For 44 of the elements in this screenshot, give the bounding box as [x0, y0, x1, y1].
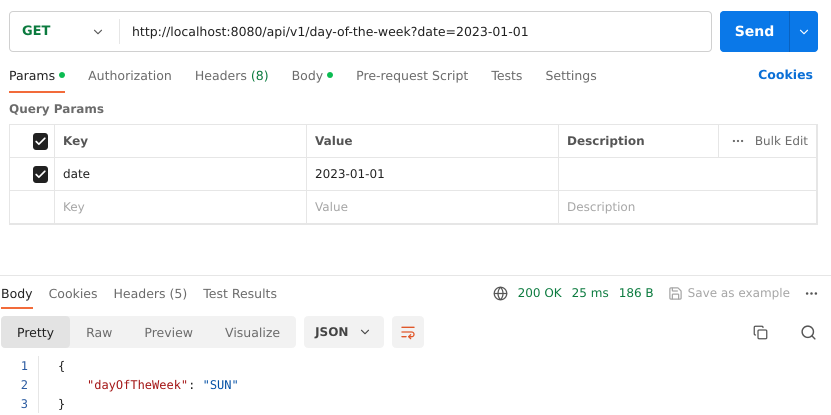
view-mode-tab[interactable]: Visualize	[209, 316, 296, 348]
request-tab[interactable]: Headers (8)	[194, 56, 269, 92]
request-tab[interactable]: Settings	[545, 56, 597, 92]
url-field[interactable]: GET http://localhost:8080/api/v1/day-of-the-week?date=2023-01-01	[9, 11, 712, 52]
response-tab[interactable]: Test Results	[203, 277, 277, 309]
line-number: 1	[20, 358, 29, 372]
response-size: 186 B	[618, 286, 654, 300]
column-header: Key	[63, 134, 88, 148]
request-tab[interactable]: Tests	[491, 56, 522, 92]
request-tab[interactable]: Pre-request Script	[356, 56, 468, 92]
code-line: }	[58, 396, 66, 410]
view-mode-tab[interactable]: Pretty	[1, 316, 70, 348]
response-tab[interactable]: Body	[1, 277, 33, 309]
line-number: 3	[20, 396, 29, 410]
format-dropdown[interactable]: JSON	[304, 316, 384, 348]
select-all-checkbox[interactable]	[33, 132, 48, 150]
cookies-link[interactable]: Cookies	[758, 66, 813, 82]
line-number: 2	[20, 378, 29, 392]
code-line: "dayOfTheWeek": "SUN"	[87, 378, 239, 392]
code-line: {	[58, 358, 66, 372]
column-header: Value	[315, 134, 353, 148]
view-mode-tab[interactable]: Preview	[128, 316, 210, 348]
send-button[interactable]: Send	[720, 11, 790, 52]
section-title: Query Params	[8, 101, 106, 118]
column-header: Description	[567, 134, 645, 148]
request-tab[interactable]: Params	[9, 56, 66, 92]
response-time: 25 ms	[572, 286, 609, 300]
param-value[interactable]: 2023-01-01	[315, 167, 385, 181]
wrap-icon	[400, 324, 416, 340]
description-cell[interactable]	[559, 158, 817, 191]
request-tab[interactable]: Body	[292, 56, 334, 92]
view-mode-tab[interactable]: Raw	[70, 316, 128, 348]
response-tab[interactable]: Cookies	[48, 277, 98, 309]
copy-icon[interactable]	[753, 324, 768, 340]
globe-icon[interactable]	[492, 286, 508, 300]
param-key[interactable]: date	[63, 167, 90, 181]
search-icon[interactable]	[800, 324, 817, 340]
row-checkbox[interactable]	[33, 166, 48, 182]
request-tab[interactable]: Authorization	[88, 56, 172, 92]
bulk-edit-button[interactable]: Bulk Edit	[754, 134, 808, 148]
status-code: 200 OK	[518, 286, 562, 300]
save-icon	[668, 286, 683, 300]
response-tab[interactable]: Headers (5)	[114, 277, 188, 309]
wrap-lines-button[interactable]	[392, 316, 424, 348]
